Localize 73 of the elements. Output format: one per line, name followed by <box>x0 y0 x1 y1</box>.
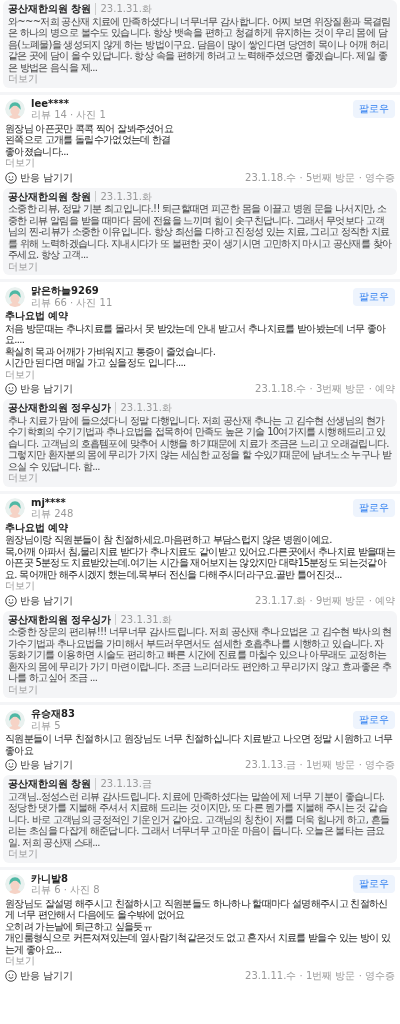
react-button[interactable]: 반응 남기기 <box>5 382 74 396</box>
review-text: 오히려 가는날에 퇴근하고 싶을듯ㅠ <box>4 920 153 932</box>
reply-date: 23.1.13.금 <box>95 778 152 790</box>
visit-info: 23.1.17.화 · 9번째 방문 · 예약 <box>255 594 395 607</box>
reply-text: 고객님..정성스런 리뷰 감사드립니다. 치료에 만족하셨다는 말씀에 제 너무 기분이 좋습니다. 정당한 댓가를 지불해 주셔서 치료해 드리는 것이지만, 또 다른 뭔가를 지불해 주시는 것 같습니다. 바로 고객님의 긍정적인 기운인거 같아요. 고객님의 칭찬이 저를 더욱 힘나게 하고, 흔들리는 초심을 다잡게 해준답니다. 그래서 너무너무 고마운 마음이 듭니다. 오늘은 불타는 금요일. 저희 공산재 스태... <box>8 790 391 848</box>
review-text: 확실히 목과 어깨가 가벼워지고 통증이 줄었습니다. <box>4 345 217 357</box>
reply-author: 공산재한의원 정우싱가 <box>8 613 112 625</box>
reply-text: 소중한 장문의 편리뷰!!! 너무너무 감사드립니다. 저희 공산재 추나요법은 고 김수현 박사의 현가수기법과 추나요법을 가미해서 부드러우면서도 섬세한 호흡추나를 시행하고 있습니다. 자동화기기를 이용하면 시술도 편리하고 빠른 시간에 진료를 마칠수 있으나 아무래도 교정하는 환자의 몸에 무리가 가기 마련이랍니다. 조금 느리더라도 편안하고 무리가지 않고 효과좋은 추나를 하고싶어 조금 ... <box>8 626 392 684</box>
smiley-icon <box>5 383 17 395</box>
more-link[interactable]: 더보기 <box>0 955 40 967</box>
reply-date: 23.1.31.화 <box>95 3 152 15</box>
review-text: 좋아졌습니다... <box>4 145 70 157</box>
reply-author: 공산재한의원 창원 <box>8 3 92 15</box>
review-text: 원장님도 잘설명 해주시고 친절하시고 직원분들도 하나하나 할때마다 설명해주시고 친절하신게 너무 편안해서 다음에도 올수밖에 없어요 <box>4 897 389 921</box>
visit-type: 추나요법 예약 <box>4 521 70 533</box>
follow-button[interactable]: 팔로우 <box>353 710 395 729</box>
follow-button[interactable]: 팔로우 <box>353 287 395 306</box>
react-button[interactable]: 반응 남기기 <box>5 968 74 983</box>
avatar-icon[interactable] <box>5 99 25 119</box>
follow-button[interactable]: 팔로우 <box>353 100 395 118</box>
smiley-icon <box>5 594 17 607</box>
visit-info: 23.1.18.수 · 5번째 방문 · 영수증 <box>245 171 395 184</box>
review-text: 직원분들이 너무 친절하시고 원장님도 너무 친절하십니다 치료받고 나오면 정말 시원하고 너무 좋아요 <box>4 733 394 756</box>
review-text: 원장님이랑 직원분들이 참 친절하세요.마음편하고 부담스럽지 않은 병원이예요. <box>4 534 333 546</box>
reviewer-name[interactable]: lee**** <box>31 97 347 109</box>
avatar-icon[interactable] <box>5 286 25 307</box>
reply-text: 와~~~저희 공산재 치료에 만족하셨다니 너무너무 감사합니다. 어찌 보면 위장질환과 목결림은 하나의 병으로 볼수도 있습니다. 항상 뱃속을 편하고 청결하게 유지하는 것이 우리 몸에 담음(노폐물)을 생성되지 않게 하는 방법이구요. 담음이 많이 쌓인다면 당연히 목이나 어깨 허리같은 곳에 담이 올수 있답니다. 항상 속을 편하게 하려고 노력해주셨으면 좋겠습니다. 제일 좋은 방법은 음식을 제... <box>8 15 392 73</box>
reviewer-name[interactable]: 맑은하늘9269 <box>31 285 347 297</box>
more-link[interactable]: 더보기 <box>0 368 40 380</box>
follow-button[interactable]: 팔로우 <box>353 875 395 893</box>
reviewer-stats: 리뷰 6 · 사진 8 <box>31 884 101 896</box>
reply-text: 추나 치료가 맘에 들으셨다니 정말 다행입니다. 저희 공산재 추나는 고 김수현 선생님의 현가수기학회의 수기기법과 추나요법을 접목하여 만족도 높은 기술 10여가지를 시행해드리고 있습니다. 고객님의 호흡템포에 맞추어 시행을 하기때문에 치료가 조금은 느리고 오래걸립니다. 그렇지만 환자분의 몸에 무리가 가지 않는 세심한 교정을 할 수있기때문에 남녀노소 누구나 받으실 수 있답니다. 함... <box>8 414 392 472</box>
smiley-icon <box>5 171 17 184</box>
reviewer-stats: 리뷰 5 <box>31 719 62 731</box>
reply-text: 소중한 리뷰, 정말 기분 최고입니다.!! 퇴근할때면 피곤한 몸을 이끌고 병원 문을 나서지만, 소중한 리뷰 알림을 받을 때마다 몸에 전율을 느끼며 힘이 솟구친답니다. 그래서 무엇보다 고객님의 찐-리뷰가 소중한 이유입니다. 항상 최선을 다하고 진정성 있는 치료, 그리고 정직한 치료를 위해 노력하겠습니다. 지내시다가 또 불편한 곳이 생기시면 고민하지 마시고 공산재를 찾아주세요. 항상 고객... <box>8 203 392 261</box>
reviewer-name[interactable]: 유승재83 <box>31 708 347 720</box>
more-link[interactable]: 더보기 <box>8 472 38 484</box>
avatar-icon[interactable] <box>5 709 25 730</box>
reply-date: 23.1.31.화 <box>115 613 172 625</box>
visit-type: 추나요법 예약 <box>4 310 70 322</box>
reply-date: 23.1.31.화 <box>95 190 152 202</box>
reviewer-stats: 리뷰 66 · 사진 11 <box>31 296 114 308</box>
react-button[interactable]: 반응 남기기 <box>5 758 74 772</box>
visit-info: 23.1.18.수 · 3번째 방문 · 예약 <box>255 383 395 395</box>
react-button[interactable]: 반응 남기기 <box>5 593 74 608</box>
reviewer-stats: 리뷰 14 · 사진 1 <box>31 109 107 121</box>
visit-info: 23.1.13.금 · 1번째 방문 · 영수증 <box>245 759 395 771</box>
review-text: 원장님 아픈곳만 콕콕 찍어 잘봐주셨어요 <box>4 122 174 134</box>
reply-author: 공산재한의원 창원 <box>8 778 92 790</box>
smiley-icon <box>5 969 17 982</box>
reply-date: 23.1.31.화 <box>115 402 172 414</box>
review-text: 목,어깨 아파서 침,물리치료 받다가 추나치료도 같이받고 있어요.다른곳에서 추나치료 받을때는 아픈곳 5분정도 치료받았는데.여기는 시간을 재어보지는 않았지만 대략15분정도 되는것같아요. 목어깨만 해주시겠지 했는데.목부터 전신을 다해주시더라구요.골반 틀어진것... <box>4 545 397 580</box>
review-text: 처음 방문때는 추나치료를 몰라서 못 받았는데 안내 받고서 추나치료를 받아봤는데 너무 좋아요.... <box>4 322 387 346</box>
avatar-icon[interactable] <box>5 874 25 894</box>
more-link[interactable]: 더보기 <box>8 260 38 272</box>
more-link[interactable]: 더보기 <box>8 683 38 695</box>
more-link[interactable]: 더보기 <box>8 73 38 85</box>
reviewer-stats: 리뷰 248 <box>31 508 75 520</box>
reply-author: 공산재한의원 정우싱가 <box>8 402 112 414</box>
reviewer-name[interactable]: mj**** <box>31 496 347 508</box>
follow-button[interactable]: 팔로우 <box>353 499 395 517</box>
visit-info: 23.1.11.수 · 1번째 방문 · 영수증 <box>245 969 395 982</box>
review-text: 개인룸형식으로 커튼쳐져있는데 옆사람기척같은것도 없고 혼자서 치료를 받을수 있는 방이 있는게 좋아요... <box>4 932 391 955</box>
react-button[interactable]: 반응 남기기 <box>5 170 74 185</box>
more-link[interactable]: 더보기 <box>8 848 38 860</box>
avatar-icon[interactable] <box>5 498 25 518</box>
smiley-icon <box>5 759 17 771</box>
reply-author: 공산재한의원 창원 <box>8 190 92 202</box>
review-text: 왼쪽으로 고개를 돌릴수가없었는데 한결 <box>4 134 172 146</box>
more-link[interactable]: 더보기 <box>0 580 40 592</box>
reviewer-name[interactable]: 카니발8 <box>31 872 347 884</box>
review-text: 시간만 된다면 매일 가고 싶을정도 입니다.... <box>4 357 187 369</box>
more-link[interactable]: 더보기 <box>0 157 40 169</box>
